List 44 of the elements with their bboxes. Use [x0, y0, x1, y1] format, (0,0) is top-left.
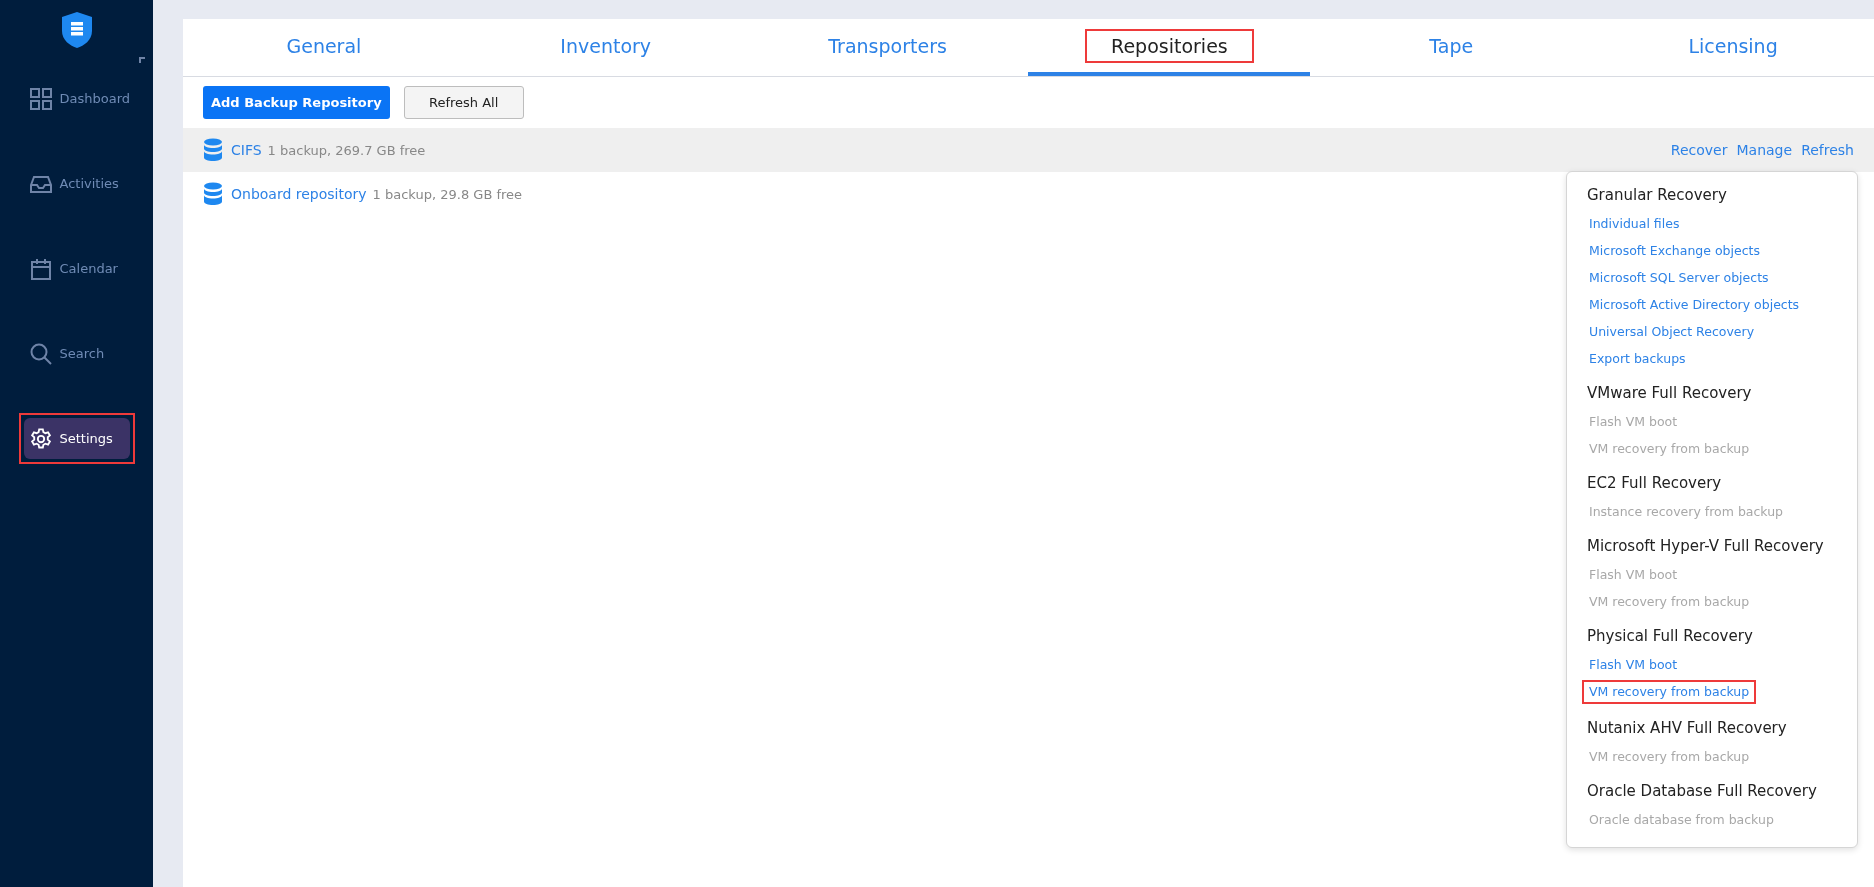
tab[interactable]: Repositories	[1028, 19, 1311, 76]
add-backup-repository-button[interactable]: Add Backup Repository	[203, 86, 390, 119]
repository-name-link[interactable]: CIFS	[231, 142, 262, 158]
menu-section-title: VMware Full Recovery	[1587, 384, 1753, 402]
repository-details: 1 backup, 29.8 GB free	[372, 186, 523, 202]
menu-item: VM recovery from backup	[1588, 440, 1751, 458]
collapse-corner-icon[interactable]	[139, 57, 145, 63]
repository-details: 1 backup, 269.7 GB free	[267, 142, 426, 158]
tab[interactable]: Inventory	[464, 19, 747, 76]
repository-action-link[interactable]: Refresh	[1801, 142, 1854, 158]
grid-icon	[29, 87, 52, 110]
repository-action-link[interactable]: Manage	[1736, 142, 1793, 158]
menu-section-title: Microsoft Hyper-V Full Recovery	[1587, 537, 1825, 555]
repository-action-link[interactable]: Recover	[1670, 142, 1728, 158]
repository-name-link[interactable]: Onboard repository	[231, 186, 367, 202]
shield-logo-icon	[60, 11, 93, 49]
menu-section-title: EC2 Full Recovery	[1587, 474, 1723, 492]
refresh-all-button[interactable]: Refresh All	[403, 86, 524, 119]
menu-section-title: Physical Full Recovery	[1587, 627, 1754, 645]
menu-item: Oracle database from backup	[1588, 811, 1775, 829]
tab[interactable]: Licensing	[1592, 19, 1874, 76]
sidebar-item[interactable]: Search	[23, 333, 130, 374]
menu-item: Flash VM boot	[1588, 413, 1679, 431]
settings-icon	[29, 427, 52, 450]
sidebar-item[interactable]: Dashboard	[23, 78, 130, 119]
sidebar-item[interactable]: Settings	[23, 418, 130, 459]
tab[interactable]: Tape	[1310, 19, 1593, 76]
tab[interactable]: Transporters	[746, 19, 1029, 76]
menu-section-title: Nutanix AHV Full Recovery	[1587, 719, 1788, 737]
sidebar-item[interactable]: Activities	[23, 163, 130, 204]
menu-section-title: Granular Recovery	[1587, 186, 1728, 204]
menu-section-title: Oracle Database Full Recovery	[1587, 782, 1818, 800]
menu-item: VM recovery from backup	[1588, 593, 1751, 611]
menu-item[interactable]: VM recovery from backup	[1582, 680, 1757, 704]
menu-item: VM recovery from backup	[1588, 748, 1751, 766]
tab[interactable]: General	[183, 19, 465, 76]
database-icon	[203, 182, 223, 206]
menu-item[interactable]: Flash VM boot	[1582, 649, 1685, 680]
search-icon	[29, 342, 52, 365]
database-icon	[203, 138, 223, 162]
sidebar-item[interactable]: Calendar	[23, 248, 130, 289]
menu-item: Instance recovery from backup	[1588, 503, 1785, 521]
menu-item: Flash VM boot	[1588, 566, 1679, 584]
calendar-icon	[29, 257, 52, 280]
